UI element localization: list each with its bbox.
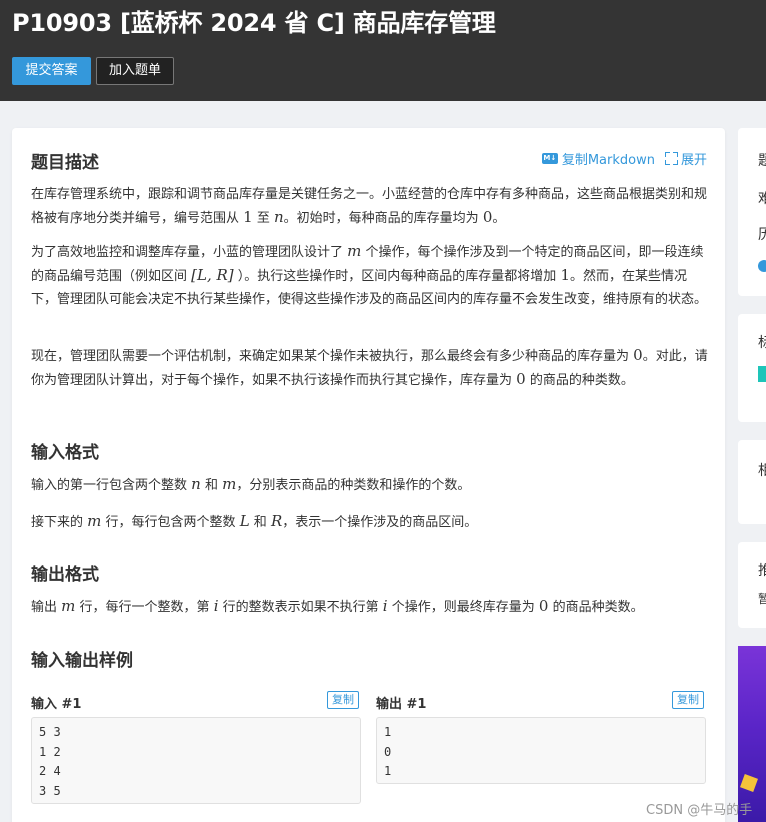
banner-decoration [740,774,758,792]
problem-header: P10903 [蓝桥杯 2024 省 C] 商品库存管理 提交答案 加入题单 [0,0,766,101]
description-heading: 题目描述 [31,153,99,173]
markdown-icon: M↓ [541,153,558,164]
output-format-heading: 输出格式 [31,565,99,585]
input-format-line-2: 接下来的 m 行，每行包含两个整数 L 和 R，表示一个操作涉及的商品区间。 [31,512,478,530]
sidebar-info-line-1: 题 [758,153,766,169]
input-sample-box: 5 3 1 2 2 4 3 5 [31,717,361,804]
sidebar-related-title: 相 [758,463,766,479]
add-to-list-button[interactable]: 加入题单 [96,57,174,85]
sidebar-ad-banner[interactable] [738,646,766,822]
input-sample-label: 输入 #1 [31,697,82,712]
sidebar-related-card: 相 [738,440,766,524]
sidebar-info-line-3: 历 [758,227,766,243]
sidebar-recommend-card: 推 暂 [738,542,766,628]
description-paragraph-3: 现在，管理团队需要一个评估机制，来确定如果某个操作未被执行，那么最终会有多少种商… [31,346,708,388]
samples-heading: 输入输出样例 [31,651,133,671]
submit-answer-button[interactable]: 提交答案 [12,57,91,85]
sidebar-tags-title: 标 [758,335,766,351]
sidebar-tags-card: 标 [738,314,766,422]
problem-actions: M↓ 复制Markdown 展开 [541,149,707,168]
output-format-line: 输出 m 行，每行一个整数，第 i 行的整数表示如果不执行第 i 个操作，则最终… [31,597,644,615]
copy-output-button[interactable]: 复制 [672,691,704,709]
sidebar-recommend-title: 推 [758,563,766,579]
copy-markdown-link[interactable]: 复制Markdown [562,149,655,168]
sidebar-recommend-text: 暂 [758,592,766,606]
sidebar-progress-dot [758,260,766,272]
problem-title: P10903 [蓝桥杯 2024 省 C] 商品库存管理 [12,9,496,37]
expand-link[interactable]: 展开 [681,149,707,168]
description-paragraph-2: 为了高效地监控和调整库存量，小蓝的管理团队设计了 m 个操作，每个操作涉及到一个… [31,242,708,307]
sidebar-info-card: 题 难 历 [738,128,766,296]
expand-icon[interactable] [664,152,678,165]
watermark: CSDN @牛马的手 [646,803,753,818]
input-format-line-1: 输入的第一行包含两个整数 n 和 m，分别表示商品的种类数和操作的个数。 [31,475,471,493]
sidebar-tag-badge[interactable] [758,366,766,382]
sidebar-info-line-2: 难 [758,191,766,207]
problem-content-card: 题目描述 M↓ 复制Markdown 展开 在库存管理系统中，跟踪和调节商品库存… [12,128,725,822]
copy-input-button[interactable]: 复制 [327,691,359,709]
output-sample-label: 输出 #1 [376,697,427,712]
description-paragraph-1: 在库存管理系统中，跟踪和调节商品库存量是关键任务之一。小蓝经营的仓库中存有多种商… [31,187,708,226]
output-sample-box: 1 0 1 [376,717,706,784]
input-format-heading: 输入格式 [31,443,99,463]
